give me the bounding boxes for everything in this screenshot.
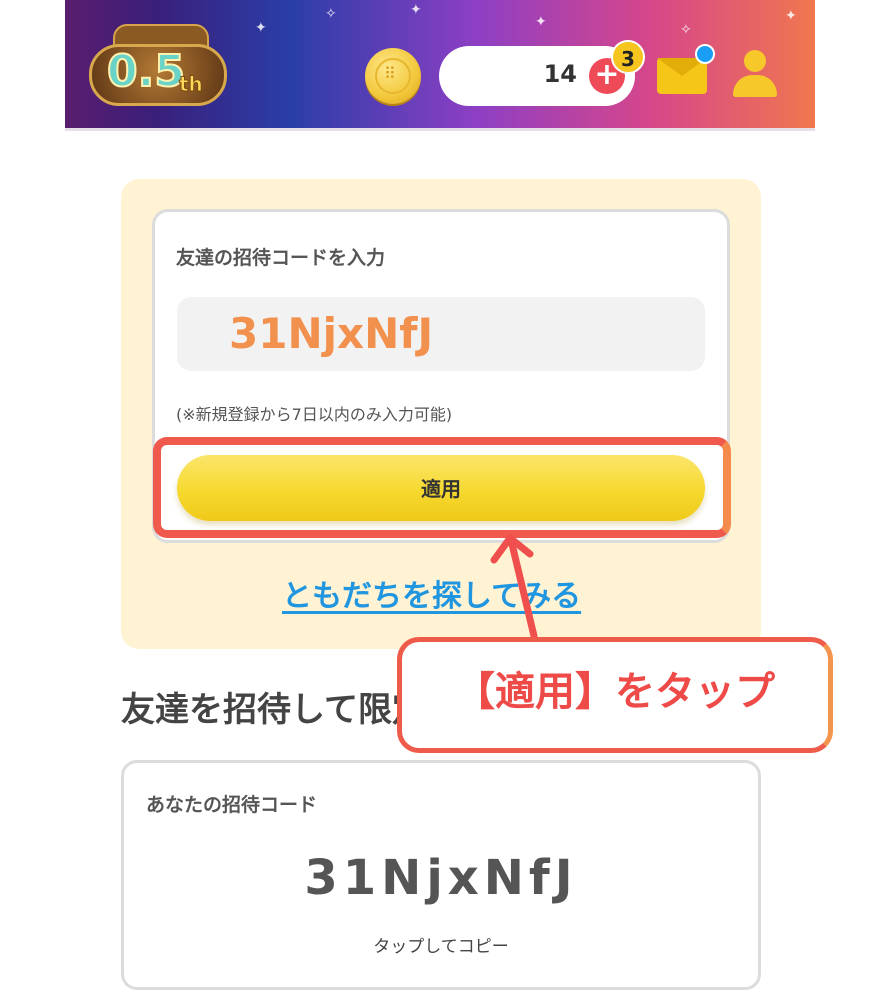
coin-dots-icon: ⠿ [384,64,396,83]
header-divider [65,128,815,131]
sparkle-decoration: ✧ [325,6,337,22]
user-icon[interactable] [730,50,778,100]
my-invite-code[interactable]: 31NjxNfJ [121,850,761,906]
user-head [744,50,766,72]
invite-code-title: 友達の招待コードを入力 [176,247,386,269]
sparkle-decoration: ✧ [680,22,692,38]
notification-badge: 3 [611,40,645,74]
tap-to-copy-hint: タップしてコピー [373,937,509,957]
sparkle-decoration: ✦ [410,2,422,18]
user-body [733,75,777,97]
invite-code-input[interactable] [177,297,705,371]
apply-highlight-frame [153,437,731,538]
section-title: 友達を招待して限定 [121,690,426,730]
sparkle-decoration: ✦ [785,8,797,24]
logo-suffix: th [179,72,204,97]
logo-text: 0.5 [106,46,186,97]
mail-unread-dot [695,44,715,64]
app-header: ✦ ✧ ✦ ✦ ✧ ✦ 0.5 th ⠿ 14 + 3 [65,0,815,128]
anniversary-logo[interactable]: 0.5 th [85,18,233,116]
sparkle-decoration: ✦ [255,20,267,36]
arrow-up-icon [490,534,538,640]
ticket-count: 14 [543,60,577,88]
coin-icon[interactable]: ⠿ [365,48,421,104]
tutorial-callout-text: 【適用】をタップ [455,669,775,715]
my-invite-code-title: あなたの招待コード [146,794,318,816]
mail-icon[interactable] [657,58,707,94]
sparkle-decoration: ✦ [535,14,547,30]
invite-code-note: (※新規登録から7日以内のみ入力可能) [176,405,453,424]
